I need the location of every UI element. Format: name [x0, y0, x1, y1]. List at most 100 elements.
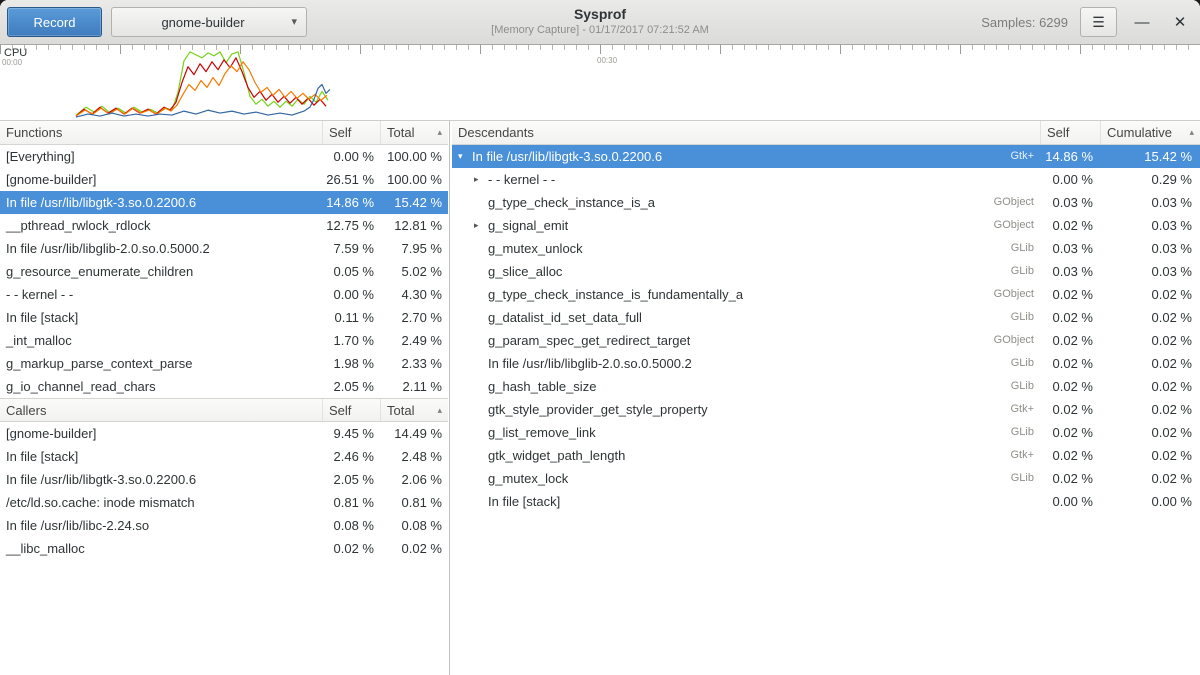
- process-selector-dropdown[interactable]: gnome-builder ▾: [111, 7, 307, 37]
- function-name: _int_malloc: [0, 329, 322, 352]
- function-name: In file /usr/lib/libgtk-3.so.0.2200.6: [0, 468, 322, 491]
- function-cell: g_type_check_instance_is_fundamentally_a…: [452, 283, 1040, 306]
- self-percent: 7.59 %: [322, 237, 380, 260]
- table-row[interactable]: _int_malloc1.70 %2.49 %: [0, 329, 448, 352]
- tree-row[interactable]: g_type_check_instance_is_aGObject0.03 %0…: [452, 191, 1200, 214]
- table-row[interactable]: In file /usr/lib/libgtk-3.so.0.2200.614.…: [0, 191, 448, 214]
- function-name: g_signal_emit: [488, 214, 568, 237]
- menu-button[interactable]: ☰: [1080, 7, 1117, 37]
- total-percent: 2.06 %: [380, 468, 448, 491]
- descendants-column-header[interactable]: Descendants: [452, 121, 1040, 144]
- record-button[interactable]: Record: [7, 7, 102, 37]
- tree-row[interactable]: g_hash_table_sizeGLib0.02 %0.02 %: [452, 375, 1200, 398]
- function-cell: gtk_style_provider_get_style_propertyGtk…: [452, 398, 1040, 421]
- tree-row[interactable]: g_mutex_unlockGLib0.03 %0.03 %: [452, 237, 1200, 260]
- self-percent: 12.75 %: [322, 214, 380, 237]
- function-name: g_slice_alloc: [488, 260, 562, 283]
- cumulative-column-label: Cumulative: [1107, 125, 1172, 140]
- total-percent: 15.42 %: [380, 191, 448, 214]
- function-cell: ▸g_signal_emit GObject: [452, 214, 1040, 237]
- self-column-header[interactable]: Self: [322, 399, 380, 421]
- tree-row[interactable]: ▸g_signal_emitGObject0.02 %0.03 %: [452, 214, 1200, 237]
- function-name: g_io_channel_read_chars: [0, 375, 322, 398]
- cumulative-percent: 0.02 %: [1100, 352, 1200, 375]
- function-name: g_type_check_instance_is_fundamentally_a: [488, 283, 743, 306]
- tree-row[interactable]: ▸- - kernel - -0.00 %0.29 %: [452, 168, 1200, 191]
- tree-row[interactable]: In file /usr/lib/libglib-2.0.so.0.5000.2…: [452, 352, 1200, 375]
- function-name: __libc_malloc: [0, 537, 322, 560]
- tree-row[interactable]: g_type_check_instance_is_fundamentally_a…: [452, 283, 1200, 306]
- tree-row[interactable]: gtk_widget_path_lengthGtk+0.02 %0.02 %: [452, 444, 1200, 467]
- total-percent: 4.30 %: [380, 283, 448, 306]
- table-row[interactable]: __pthread_rwlock_rdlock12.75 %12.81 %: [0, 214, 448, 237]
- library-badge: GObject: [982, 214, 1034, 237]
- table-row[interactable]: [Everything]0.00 %100.00 %: [0, 145, 448, 168]
- table-row[interactable]: g_resource_enumerate_children0.05 %5.02 …: [0, 260, 448, 283]
- self-percent: 0.02 %: [1040, 306, 1100, 329]
- expander-icon[interactable]: ▸: [474, 214, 488, 237]
- descendants-tree: ▾In file /usr/lib/libgtk-3.so.0.2200.6Gt…: [452, 145, 1200, 513]
- function-cell: g_param_spec_get_redirect_targetGObject: [452, 329, 1040, 352]
- close-button[interactable]: ✕: [1167, 9, 1193, 35]
- self-percent: 0.05 %: [322, 260, 380, 283]
- cumulative-column-header[interactable]: Cumulative ▴: [1100, 121, 1200, 144]
- table-row[interactable]: [gnome-builder]9.45 %14.49 %: [0, 422, 448, 445]
- total-column-header[interactable]: Total ▴: [380, 399, 448, 421]
- tree-row[interactable]: g_datalist_id_set_data_fullGLib0.02 %0.0…: [452, 306, 1200, 329]
- table-row[interactable]: In file [stack]0.11 %2.70 %: [0, 306, 448, 329]
- self-percent: 0.03 %: [1040, 191, 1100, 214]
- cumulative-percent: 0.02 %: [1100, 444, 1200, 467]
- function-name: [gnome-builder]: [0, 422, 322, 445]
- total-column-header[interactable]: Total ▴: [380, 121, 448, 144]
- total-percent: 100.00 %: [380, 145, 448, 168]
- tree-row[interactable]: g_mutex_lockGLib0.02 %0.02 %: [452, 467, 1200, 490]
- tree-row[interactable]: gtk_style_provider_get_style_propertyGtk…: [452, 398, 1200, 421]
- function-cell: g_list_remove_linkGLib: [452, 421, 1040, 444]
- table-row[interactable]: In file /usr/lib/libc-2.24.so0.08 %0.08 …: [0, 514, 448, 537]
- self-column-label: Self: [329, 125, 351, 140]
- expander-icon[interactable]: ▾: [458, 145, 472, 168]
- tree-row[interactable]: g_slice_allocGLib0.03 %0.03 %: [452, 260, 1200, 283]
- total-percent: 12.81 %: [380, 214, 448, 237]
- tree-row[interactable]: ▾In file /usr/lib/libgtk-3.so.0.2200.6Gt…: [452, 145, 1200, 168]
- function-name: In file /usr/lib/libc-2.24.so: [0, 514, 322, 537]
- self-percent: 2.46 %: [322, 445, 380, 468]
- self-percent: 2.05 %: [322, 375, 380, 398]
- function-cell: g_datalist_id_set_data_fullGLib: [452, 306, 1040, 329]
- table-row[interactable]: - - kernel - -0.00 %4.30 %: [0, 283, 448, 306]
- table-row[interactable]: In file /usr/lib/libgtk-3.so.0.2200.6 2.0…: [0, 468, 448, 491]
- self-percent: 0.00 %: [1040, 490, 1100, 513]
- pane-splitter[interactable]: [448, 121, 452, 675]
- tree-row[interactable]: In file [stack]0.00 %0.00 %: [452, 490, 1200, 513]
- self-percent: 0.02 %: [1040, 421, 1100, 444]
- function-cell: g_mutex_unlockGLib: [452, 237, 1040, 260]
- function-cell: In file [stack]: [452, 490, 1040, 513]
- table-row[interactable]: [gnome-builder]26.51 %100.00 %: [0, 168, 448, 191]
- total-percent: 2.33 %: [380, 352, 448, 375]
- tree-row[interactable]: g_list_remove_linkGLib0.02 %0.02 %: [452, 421, 1200, 444]
- function-cell: ▸- - kernel - -: [452, 168, 1040, 191]
- table-row[interactable]: In file [stack]2.46 %2.48 %: [0, 445, 448, 468]
- callers-column-header[interactable]: Callers: [0, 399, 322, 421]
- total-column-label: Total: [387, 403, 414, 418]
- function-name: - - kernel - -: [488, 168, 555, 191]
- total-percent: 100.00 %: [380, 168, 448, 191]
- library-badge: GLib: [999, 375, 1034, 398]
- self-percent: 26.51 %: [322, 168, 380, 191]
- self-column-header[interactable]: Self: [322, 121, 380, 144]
- table-row[interactable]: g_io_channel_read_chars2.05 %2.11 %: [0, 375, 448, 398]
- library-badge: Gtk+: [998, 398, 1034, 421]
- self-column-header[interactable]: Self: [1040, 121, 1100, 144]
- functions-column-header[interactable]: Functions: [0, 121, 322, 144]
- table-row[interactable]: g_markup_parse_context_parse1.98 %2.33 %: [0, 352, 448, 375]
- minimize-button[interactable]: —: [1129, 9, 1155, 35]
- cpu-timeline[interactable]: CPU 00:00 00:30: [0, 45, 1200, 121]
- total-percent: 2.11 %: [380, 375, 448, 398]
- table-row[interactable]: In file /usr/lib/libglib-2.0.so.0.5000.2…: [0, 237, 448, 260]
- tree-row[interactable]: g_param_spec_get_redirect_targetGObject0…: [452, 329, 1200, 352]
- expander-icon[interactable]: ▸: [474, 168, 488, 191]
- table-row[interactable]: __libc_malloc0.02 %0.02 %: [0, 537, 448, 560]
- function-name: In file /usr/lib/libglib-2.0.so.0.5000.2: [0, 237, 322, 260]
- self-percent: 0.00 %: [322, 145, 380, 168]
- table-row[interactable]: /etc/ld.so.cache: inode mismatch0.81 %0.…: [0, 491, 448, 514]
